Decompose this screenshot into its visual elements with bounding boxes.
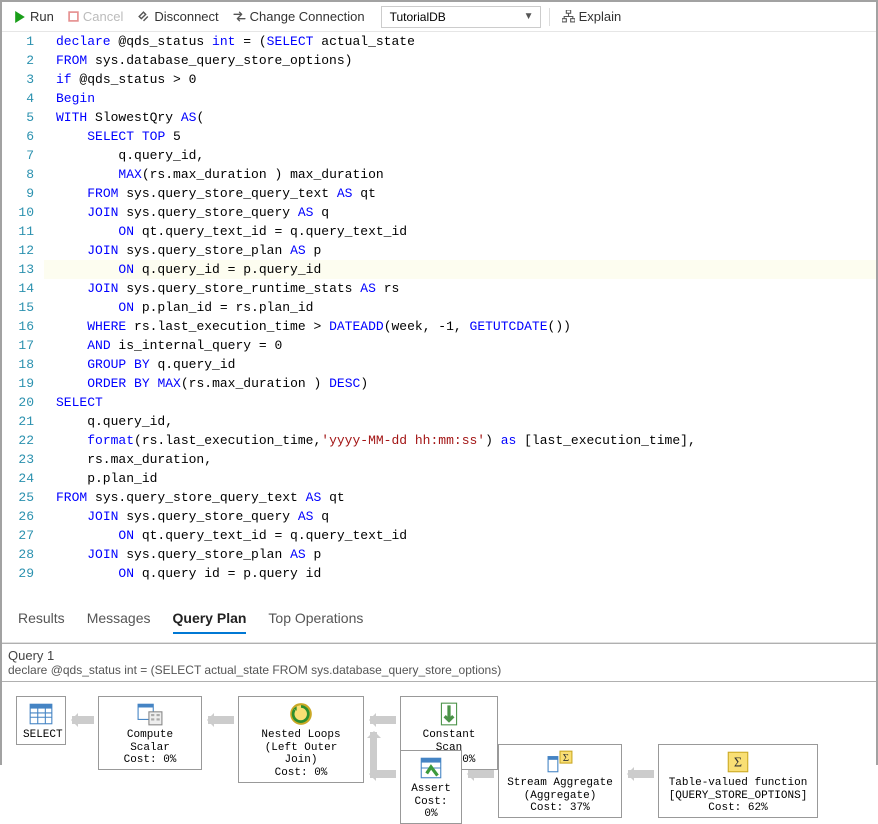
plan-node-label: Assert [407, 783, 455, 796]
code-line[interactable]: ON p.plan_id = rs.plan_id [44, 298, 876, 317]
stop-icon [68, 11, 79, 22]
plan-arrow [628, 770, 654, 778]
code-line[interactable]: ON qt.query_text_id = q.query_text_id [44, 526, 876, 545]
plan-node-assert[interactable]: Assert Cost: 0% [400, 750, 462, 824]
code-line[interactable]: AND is_internal_query = 0 [44, 336, 876, 355]
plan-node-label: Compute Scalar [105, 729, 195, 754]
svg-text:Σ: Σ [563, 752, 569, 764]
code-line[interactable]: ON q.query id = p.query id [44, 564, 876, 583]
code-line[interactable]: JOIN sys.query_store_query AS q [44, 507, 876, 526]
code-line[interactable]: FROM sys.query_store_query_text AS qt [44, 184, 876, 203]
code-line[interactable]: JOIN sys.query_store_query AS q [44, 203, 876, 222]
svg-text:Σ: Σ [734, 754, 742, 770]
plan-arrow [72, 716, 94, 724]
plan-arrow [370, 716, 396, 724]
query-plan-canvas[interactable]: SELECT Compute Scalar Cost: 0% Nested Lo… [2, 682, 876, 808]
results-tabs: Results Messages Query Plan Top Operatio… [2, 602, 876, 643]
query-plan-title: Query 1 [8, 648, 870, 663]
sql-editor[interactable]: 1234567891011121314151617181920212223242… [2, 32, 876, 602]
code-line[interactable]: ORDER BY MAX(rs.max_duration ) DESC) [44, 374, 876, 393]
compute-icon [137, 701, 163, 727]
plan-node-cost: Cost: 62% [665, 802, 811, 815]
line-gutter: 1234567891011121314151617181920212223242… [2, 32, 44, 602]
query-plan-header: Query 1 declare @qds_status int = (SELEC… [2, 644, 876, 682]
table-icon [28, 701, 54, 727]
code-line[interactable]: if @qds_status > 0 [44, 70, 876, 89]
tvf-icon: Σ [725, 749, 751, 775]
plan-node-label: Nested Loops [245, 729, 357, 742]
tab-top-operations[interactable]: Top Operations [268, 610, 363, 634]
plan-node-nested-loops[interactable]: Nested Loops (Left Outer Join) Cost: 0% [238, 696, 364, 783]
code-line[interactable]: JOIN sys.query_store_plan AS p [44, 241, 876, 260]
plan-node-select[interactable]: SELECT [16, 696, 66, 745]
loops-icon [288, 701, 314, 727]
code-line[interactable]: q.query_id, [44, 146, 876, 165]
change-connection-label: Change Connection [250, 9, 365, 24]
query-plan-panel: Query 1 declare @qds_status int = (SELEC… [2, 643, 876, 808]
code-line[interactable]: p.plan_id [44, 469, 876, 488]
plan-node-cost: Cost: 37% [505, 802, 615, 815]
plan-node-sublabel: [QUERY_STORE_OPTIONS] [665, 790, 811, 803]
plan-node-cost: Cost: 0% [105, 754, 195, 767]
explain-button[interactable]: Explain [558, 7, 626, 26]
code-line[interactable]: declare @qds_status int = (SELECT actual… [44, 32, 876, 51]
code-line[interactable]: format(rs.last_execution_time,'yyyy-MM-d… [44, 431, 876, 450]
code-line[interactable]: ON q.query_id = p.query_id [44, 260, 876, 279]
query-toolbar: Run Cancel Disconnect Change Connection … [2, 2, 876, 32]
plan-node-sublabel: (Aggregate) [505, 790, 615, 803]
tab-query-plan[interactable]: Query Plan [173, 610, 247, 634]
code-lines[interactable]: declare @qds_status int = (SELECT actual… [44, 32, 876, 602]
code-line[interactable]: FROM sys.query_store_query_text AS qt [44, 488, 876, 507]
code-line[interactable]: rs.max_duration, [44, 450, 876, 469]
code-line[interactable]: MAX(rs.max_duration ) max_duration [44, 165, 876, 184]
plan-arrow [468, 770, 494, 778]
cancel-button: Cancel [64, 7, 127, 26]
explain-label: Explain [579, 9, 622, 24]
plan-node-label: Stream Aggregate [505, 777, 615, 790]
chevron-down-icon: ▼ [524, 11, 534, 22]
assert-icon [418, 755, 444, 781]
code-line[interactable]: SELECT TOP 5 [44, 127, 876, 146]
change-connection-icon [233, 10, 246, 23]
plan-node-cost: Cost: 0% [245, 767, 357, 780]
code-line[interactable]: ON qt.query_text_id = q.query_text_id [44, 222, 876, 241]
plan-arrow [208, 716, 234, 724]
explain-icon [562, 10, 575, 23]
code-line[interactable]: WITH SlowestQry AS( [44, 108, 876, 127]
plan-node-cost: Cost: 0% [407, 796, 455, 821]
toolbar-separator [549, 8, 550, 26]
code-line[interactable]: q.query_id, [44, 412, 876, 431]
cancel-label: Cancel [83, 9, 123, 24]
code-line[interactable]: FROM sys.database_query_store_options) [44, 51, 876, 70]
plan-node-sublabel: (Left Outer Join) [245, 742, 357, 767]
connection-select[interactable]: TutorialDB ▼ [381, 6, 541, 28]
code-line[interactable]: GROUP BY q.query_id [44, 355, 876, 374]
tab-results[interactable]: Results [18, 610, 65, 634]
plan-node-label: SELECT [23, 729, 59, 742]
code-line[interactable]: JOIN sys.query_store_plan AS p [44, 545, 876, 564]
tab-messages[interactable]: Messages [87, 610, 151, 634]
code-line[interactable]: WHERE rs.last_execution_time > DATEADD(w… [44, 317, 876, 336]
code-line[interactable]: SELECT [44, 393, 876, 412]
aggregate-icon: Σ [547, 749, 573, 775]
disconnect-button[interactable]: Disconnect [133, 7, 222, 26]
constant-scan-icon [436, 701, 462, 727]
plan-node-compute-scalar[interactable]: Compute Scalar Cost: 0% [98, 696, 202, 770]
plan-arrow [370, 770, 396, 778]
connection-selected: TutorialDB [390, 10, 446, 24]
code-line[interactable]: Begin [44, 89, 876, 108]
plan-node-stream-aggregate[interactable]: Σ Stream Aggregate (Aggregate) Cost: 37% [498, 744, 622, 818]
disconnect-label: Disconnect [154, 9, 218, 24]
plan-node-label: Table-valued function [665, 777, 811, 790]
plan-node-tvf[interactable]: Σ Table-valued function [QUERY_STORE_OPT… [658, 744, 818, 818]
code-line[interactable]: JOIN sys.query_store_runtime_stats AS rs [44, 279, 876, 298]
play-icon [14, 11, 26, 23]
run-label: Run [30, 9, 54, 24]
plan-arrow [370, 732, 377, 770]
disconnect-icon [137, 10, 150, 23]
run-button[interactable]: Run [10, 7, 58, 26]
change-connection-button[interactable]: Change Connection [229, 7, 369, 26]
query-plan-subtitle: declare @qds_status int = (SELECT actual… [8, 663, 870, 677]
